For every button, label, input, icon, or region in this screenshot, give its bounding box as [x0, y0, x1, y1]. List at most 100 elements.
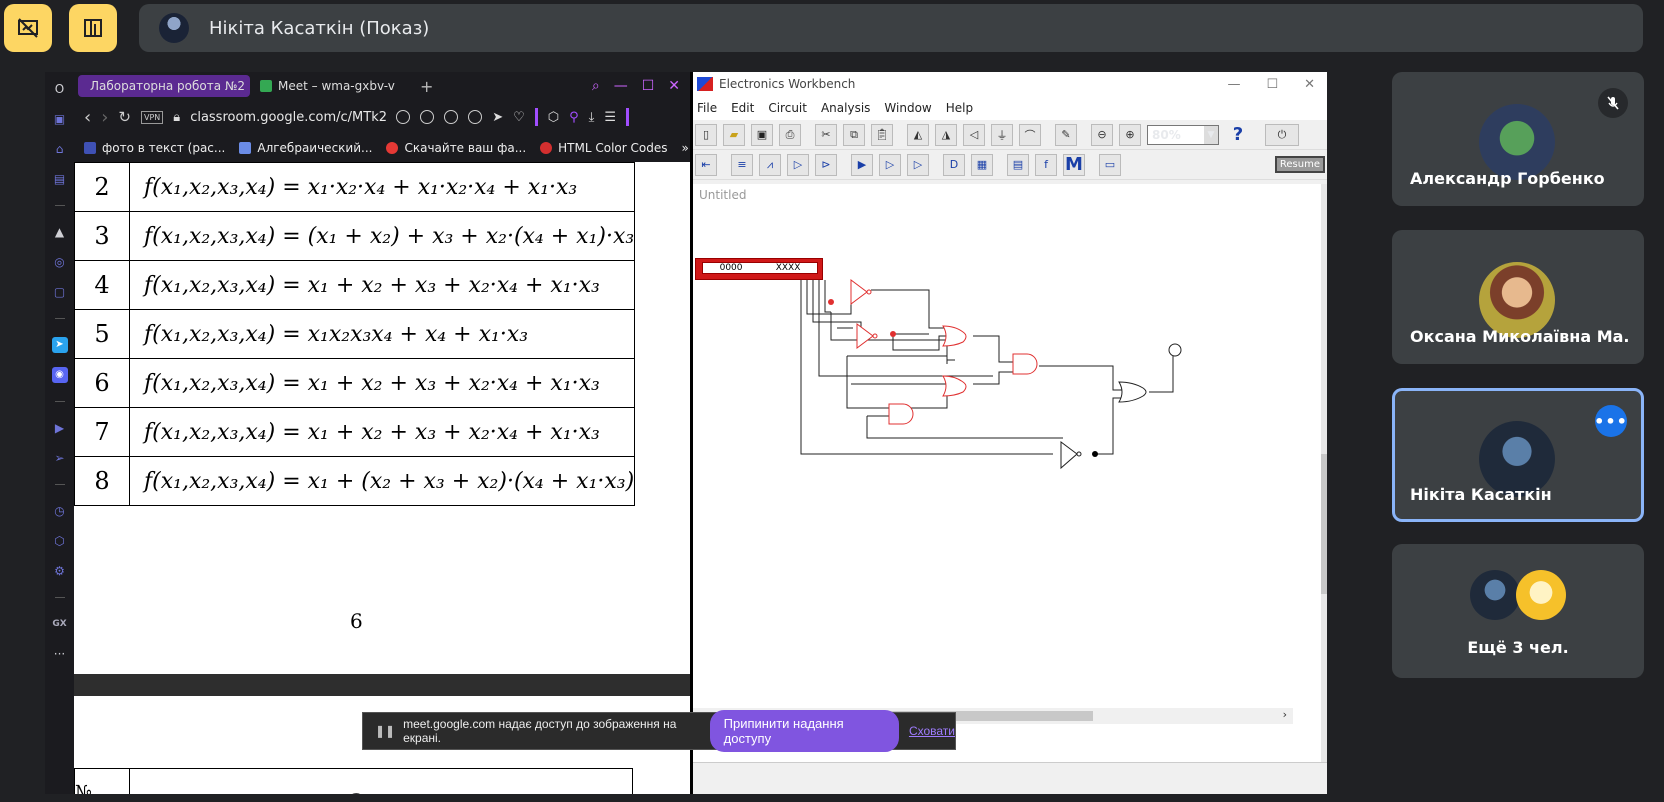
menu-edit[interactable]: Edit [731, 101, 754, 115]
sources-icon[interactable]: ≡ [731, 153, 753, 176]
flip-h-icon[interactable]: ◮ [935, 123, 957, 146]
chat-icon[interactable]: ▢ [52, 284, 68, 300]
new-file-icon[interactable]: ▯ [695, 123, 717, 146]
tab-lab-work[interactable]: Лабораторна робота №2 [78, 75, 250, 97]
close-icon[interactable]: ✕ [668, 78, 680, 94]
menu-analysis[interactable]: Analysis [821, 101, 870, 115]
maximize-icon[interactable]: ☐ [642, 78, 655, 94]
zoom-select[interactable]: 80% ▼ [1147, 124, 1219, 145]
bookmark-item[interactable]: фото в текст (рас... [84, 141, 225, 155]
telegram-icon[interactable]: ➤ [51, 337, 68, 353]
instruments-icon[interactable]: ▭ [1099, 153, 1121, 176]
zoom-out-icon[interactable]: ⊖ [1091, 123, 1113, 146]
forward-icon[interactable]: › [101, 107, 108, 128]
search-icon[interactable]: ⌕ [592, 78, 600, 94]
close-icon[interactable]: ✕ [1304, 77, 1315, 92]
open-folder-icon[interactable]: ▰ [723, 123, 745, 146]
opera-logo-icon[interactable]: O [52, 81, 68, 97]
more-bookmarks-icon[interactable]: » [681, 141, 690, 155]
menu-circuit[interactable]: Circuit [768, 101, 807, 115]
copy-icon[interactable]: ⧉ [843, 123, 865, 146]
stop-sharing-button[interactable]: Припинити надання доступу [709, 710, 899, 752]
chevron-right-icon[interactable]: › [1283, 708, 1287, 721]
diodes-icon[interactable]: ▷ [787, 153, 809, 176]
or-gate-1[interactable] [942, 325, 967, 347]
history-icon[interactable]: ◷ [52, 503, 68, 519]
minimize-icon[interactable]: — [1227, 77, 1240, 92]
menu-file[interactable]: File [697, 101, 717, 115]
cube-icon[interactable]: ⬡ [548, 110, 559, 125]
chatgpt-icon[interactable]: ◎ [52, 254, 68, 270]
bookmark-item[interactable]: Алгебраический... [239, 141, 372, 155]
subcircuit-icon[interactable]: ⏚ [991, 123, 1013, 146]
not-gate-3[interactable] [1060, 441, 1078, 470]
aria-icon[interactable]: ▲ [52, 224, 68, 240]
or-gate-2[interactable] [942, 375, 967, 397]
digital-ics-icon[interactable]: ▷ [907, 153, 929, 176]
workspace-icon[interactable]: ⌂ [52, 141, 68, 157]
emoji-icon[interactable] [420, 110, 435, 124]
vertical-scrollbar[interactable] [1321, 184, 1327, 794]
rotate-icon[interactable]: ◭ [907, 123, 929, 146]
extensions-icon[interactable]: ⬡ [52, 533, 68, 549]
save-icon[interactable]: ▣ [751, 123, 773, 146]
parts-favorites-icon[interactable]: ⇤ [695, 153, 717, 176]
controls-icon[interactable]: f [1035, 153, 1057, 176]
analog-ics-icon[interactable]: ▶ [851, 153, 873, 176]
component-props-icon[interactable]: ✎ [1055, 123, 1077, 146]
or-gate-output[interactable] [1118, 381, 1147, 403]
discord-icon[interactable]: ◉ [51, 367, 68, 383]
print-icon[interactable]: ⎙ [779, 123, 801, 146]
mixed-ics-icon[interactable]: ▷ [879, 153, 901, 176]
bookmark-item[interactable]: Скачайте ваш фа... [386, 141, 526, 155]
minimize-icon[interactable]: — [614, 78, 628, 94]
url-input[interactable]: classroom.google.com/c/MTk2l [190, 110, 386, 125]
send-icon[interactable]: ➢ [52, 450, 68, 466]
participant-tile[interactable]: Александр Горбенко [1392, 72, 1644, 206]
more-icon[interactable]: ··· [52, 646, 68, 662]
camera-icon[interactable] [468, 110, 483, 124]
download-icon[interactable]: ⤓ [589, 110, 595, 125]
cut-icon[interactable]: ✂ [815, 123, 837, 146]
menu-icon[interactable]: ☰ [604, 110, 616, 125]
transistors-icon[interactable]: ⊳ [815, 153, 837, 176]
vpn-badge[interactable]: VPN [140, 110, 164, 124]
resume-button[interactable]: Resume [1274, 156, 1325, 173]
graph-icon[interactable]: ⌒ [1019, 123, 1041, 146]
more-participants-tile[interactable]: Ещё 3 чел. [1392, 544, 1644, 678]
not-gate-1[interactable] [850, 279, 868, 305]
share-icon[interactable] [444, 110, 459, 124]
basic-icon[interactable]: ⩘ [759, 153, 781, 176]
gallery-icon[interactable]: ▤ [52, 171, 68, 187]
hide-link[interactable]: Сховати [909, 724, 955, 738]
participant-tile-speaking[interactable]: ••• Нікіта Касаткін [1392, 388, 1644, 522]
settings-icon[interactable]: ⚙ [52, 563, 68, 579]
heart-icon[interactable]: ♡ [513, 110, 525, 125]
circuit-schematic[interactable] [693, 184, 1327, 704]
more-options-icon[interactable]: ••• [1594, 405, 1627, 437]
zoom-in-icon[interactable]: ⊕ [1119, 123, 1141, 146]
back-icon[interactable]: ‹ [84, 107, 91, 128]
logic-gates-icon[interactable]: D [943, 153, 965, 176]
menu-help[interactable]: Help [946, 101, 973, 115]
output-probe[interactable] [1168, 343, 1182, 357]
and-gate-1[interactable] [1012, 353, 1038, 375]
speed-dial-icon[interactable]: ▣ [52, 111, 68, 127]
gx-icon[interactable]: GX [52, 616, 68, 632]
digital-icon[interactable]: ▦ [971, 153, 993, 176]
layout-button[interactable] [69, 4, 117, 52]
power-switch-icon[interactable]: ⏻ [1265, 123, 1299, 146]
profile-icon[interactable]: ⚲ [569, 110, 579, 125]
player-icon[interactable]: ▶ [52, 420, 68, 436]
present-toggle-button[interactable] [4, 4, 52, 52]
not-gate-2[interactable] [856, 323, 874, 349]
indicators-icon[interactable]: ▤ [1007, 153, 1029, 176]
zoom-out-icon[interactable] [396, 110, 411, 124]
paste-icon[interactable]: 📋︎ [871, 123, 893, 146]
send-icon[interactable]: ➤ [492, 110, 503, 125]
misc-icon[interactable]: M [1063, 153, 1085, 176]
maximize-icon[interactable]: ☐ [1266, 77, 1278, 92]
bookmark-item[interactable]: HTML Color Codes [540, 141, 667, 155]
new-tab-icon[interactable]: + [420, 77, 433, 96]
help-icon[interactable]: ? [1225, 124, 1251, 145]
